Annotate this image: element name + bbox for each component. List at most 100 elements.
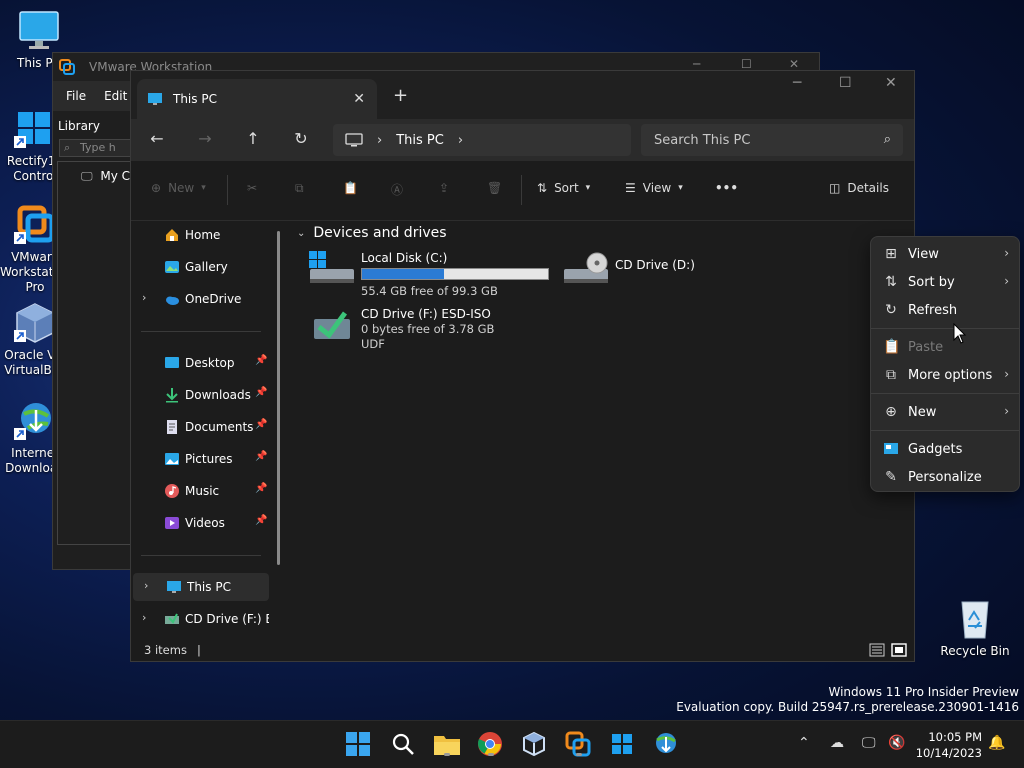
- tab-this-pc[interactable]: This PC ✕: [137, 79, 377, 119]
- menu-item-sort-by[interactable]: ⇅ Sort by ›: [875, 268, 1017, 296]
- minimize-button[interactable]: ─: [793, 75, 801, 91]
- rename-icon[interactable]: Ⓐ: [391, 181, 403, 198]
- search-icon: ⌕: [883, 132, 891, 147]
- drive-c-name: Local Disk (C:): [361, 251, 448, 265]
- chevron-up-icon[interactable]: ⌃: [798, 735, 810, 751]
- minimize-icon[interactable]: ─: [693, 57, 700, 71]
- menu-file[interactable]: File: [66, 89, 86, 103]
- nav-item-onedrive[interactable]: › OneDrive: [131, 285, 269, 313]
- chevron-right-icon[interactable]: ›: [377, 133, 382, 148]
- library-search-input[interactable]: ⌕ Type h: [59, 139, 133, 157]
- menu-edit[interactable]: Edit: [104, 89, 127, 103]
- notification-bell-icon[interactable]: 🔔: [988, 735, 1005, 751]
- new-tab-button[interactable]: +: [393, 85, 408, 106]
- section-header[interactable]: ⌄ Devices and drives: [297, 225, 447, 241]
- menu-item-label: New: [908, 405, 937, 420]
- drive-f-filesystem: UDF: [361, 337, 385, 351]
- search-input[interactable]: Search This PC ⌕: [641, 124, 903, 156]
- globe-download-icon: [653, 733, 679, 760]
- chevron-right-icon[interactable]: ›: [144, 579, 148, 592]
- sort-button[interactable]: ⇅ Sort ▾: [537, 181, 590, 195]
- windows-settings-icon: [609, 734, 635, 760]
- recycle-bin-icon: [954, 598, 996, 640]
- details-view-icon[interactable]: [869, 642, 885, 658]
- nav-item-pictures[interactable]: Pictures 📌: [131, 445, 269, 473]
- address-field[interactable]: › This PC ›: [333, 124, 631, 156]
- vmware-library-pane: Library ⌕ Type h 🖵 My C: [53, 111, 133, 569]
- up-arrow-icon[interactable]: ↑: [241, 129, 265, 148]
- desktop-icon-label: Recycle Bin: [940, 644, 1010, 658]
- search-button[interactable]: [390, 731, 418, 759]
- menu-item-gadgets[interactable]: Gadgets: [875, 435, 1017, 463]
- library-tree-frame: [57, 161, 133, 545]
- monitor-icon: [18, 10, 60, 52]
- menu-item-paste[interactable]: 📋 Paste: [875, 333, 1017, 361]
- windows-settings-icon: [14, 108, 56, 150]
- nav-item-desktop[interactable]: Desktop 📌: [131, 349, 269, 377]
- taskbar-virtualbox[interactable]: [521, 731, 549, 759]
- clock[interactable]: 10:05 PM 10/14/2023: [914, 729, 982, 761]
- menu-item-personalize[interactable]: ✎ Personalize: [875, 463, 1017, 491]
- menu-item-refresh[interactable]: ↻ Refresh: [875, 296, 1017, 324]
- taskbar: ⌃ ☁ 🖵 🔇 10:05 PM 10/14/2023 🔔: [0, 720, 1024, 768]
- nav-item-gallery[interactable]: Gallery: [131, 253, 269, 281]
- nav-item-this-pc[interactable]: › This PC: [133, 573, 269, 601]
- menu-item-view[interactable]: ⊞ View ›: [875, 240, 1017, 268]
- paste-icon[interactable]: 📋: [343, 181, 358, 195]
- close-button[interactable]: ✕: [885, 75, 897, 91]
- copy-icon[interactable]: ⧉: [295, 181, 304, 196]
- delete-icon[interactable]: 🗑: [487, 181, 502, 195]
- nav-label: CD Drive (F:) ESD-ISO: [185, 612, 269, 626]
- maximize-button[interactable]: ☐: [839, 75, 852, 91]
- taskbar-settings-app[interactable]: [609, 731, 637, 759]
- nav-item-music[interactable]: Music 📌: [131, 477, 269, 505]
- menu-item-more-options[interactable]: ⧉ More options ›: [875, 361, 1017, 389]
- close-tab-icon[interactable]: ✕: [353, 91, 365, 107]
- chevron-right-icon[interactable]: ›: [142, 611, 146, 624]
- close-icon[interactable]: ✕: [789, 57, 799, 71]
- volume-muted-icon[interactable]: 🔇: [888, 735, 905, 751]
- file-explorer-window[interactable]: This PC ✕ + ─ ☐ ✕ ← → ↑ ↻ › This PC › Se…: [130, 70, 915, 662]
- cd-drive-icon: [563, 251, 609, 287]
- library-tree-item[interactable]: 🖵 My C: [81, 169, 130, 184]
- watermark-edition: Windows 11 Pro Insider Preview: [828, 685, 1019, 699]
- more-options-icon: ⧉: [886, 367, 896, 383]
- vmware-icon: [14, 204, 56, 246]
- maximize-icon[interactable]: ☐: [741, 57, 752, 71]
- nav-item-cd-drive[interactable]: › CD Drive (F:) ESD-ISO: [131, 605, 269, 633]
- chevron-down-icon: ▾: [678, 183, 683, 193]
- chevron-right-icon: ›: [1004, 274, 1009, 288]
- nav-item-documents[interactable]: Documents 📌: [131, 413, 269, 441]
- view-button[interactable]: ☰ View ▾: [625, 181, 683, 195]
- menu-item-new[interactable]: ⊕ New ›: [875, 398, 1017, 426]
- network-icon[interactable]: 🖵: [862, 735, 876, 751]
- chevron-right-icon: ›: [1004, 367, 1009, 381]
- view-icon: ☰: [625, 181, 636, 195]
- tiles-view-icon[interactable]: [891, 642, 907, 658]
- cut-icon[interactable]: ✂: [247, 181, 257, 195]
- share-icon[interactable]: ⇪: [439, 181, 449, 195]
- taskbar-file-explorer[interactable]: [433, 731, 461, 759]
- forward-arrow-icon[interactable]: →: [193, 129, 217, 148]
- start-button[interactable]: [345, 731, 373, 759]
- taskbar-internet-download[interactable]: [653, 731, 681, 759]
- divider: [871, 430, 1019, 431]
- chevron-right-icon[interactable]: ›: [142, 291, 146, 304]
- breadcrumb-this-pc[interactable]: This PC: [396, 133, 444, 148]
- see-more-button[interactable]: •••: [715, 181, 738, 195]
- taskbar-chrome[interactable]: [477, 731, 505, 759]
- nav-item-downloads[interactable]: Downloads 📌: [131, 381, 269, 409]
- onedrive-tray-icon[interactable]: ☁: [830, 735, 844, 751]
- taskbar-vmware[interactable]: [565, 731, 593, 759]
- address-bar-row: ← → ↑ ↻ › This PC › Search This PC ⌕: [131, 119, 914, 161]
- nav-item-videos[interactable]: Videos 📌: [131, 509, 269, 537]
- details-button[interactable]: ◫ Details: [829, 181, 889, 195]
- nav-item-home[interactable]: Home: [131, 221, 269, 249]
- chevron-right-icon[interactable]: ›: [458, 133, 463, 148]
- desktop-icon-recycle-bin[interactable]: Recycle Bin: [940, 598, 1010, 659]
- nav-scrollbar[interactable]: [277, 231, 280, 565]
- new-button[interactable]: ⊕ New ▾: [151, 181, 206, 195]
- drive-c-usage-bar: [361, 268, 549, 280]
- refresh-icon[interactable]: ↻: [289, 129, 313, 148]
- back-arrow-icon[interactable]: ←: [145, 129, 169, 148]
